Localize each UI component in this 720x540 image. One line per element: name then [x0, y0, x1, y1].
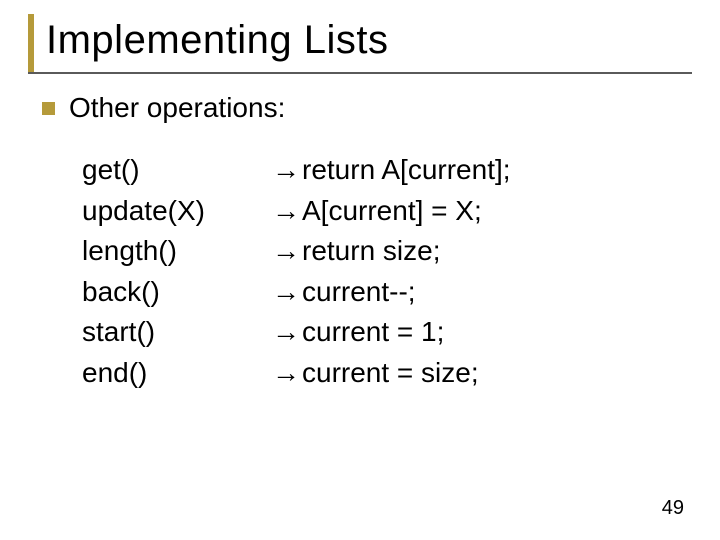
operation-name: back()	[82, 272, 272, 313]
operation-impl: current = 1;	[302, 312, 680, 353]
slide: Implementing Lists Other operations: get…	[0, 0, 720, 540]
bullet-square-icon	[42, 102, 55, 115]
operation-name: update(X)	[82, 191, 272, 232]
bullet-text: Other operations:	[69, 92, 285, 124]
operation-name: get()	[82, 150, 272, 191]
operation-row: end() → current = size;	[82, 353, 680, 394]
title-block: Implementing Lists	[28, 8, 692, 63]
arrow-icon: →	[272, 231, 302, 272]
accent-bar	[28, 14, 34, 74]
arrow-icon: →	[272, 353, 302, 394]
operation-row: length() → return size;	[82, 231, 680, 272]
operation-impl: current = size;	[302, 353, 680, 394]
title-rule	[28, 72, 692, 74]
arrow-icon: →	[272, 272, 302, 313]
operation-name: start()	[82, 312, 272, 353]
arrow-icon: →	[272, 191, 302, 232]
arrow-icon: →	[272, 312, 302, 353]
operation-row: get() → return A[current];	[82, 150, 680, 191]
operations-table: get() → return A[current]; update(X) → A…	[82, 150, 680, 394]
page-number: 49	[662, 497, 684, 520]
operation-impl: current--;	[302, 272, 680, 313]
operation-name: length()	[82, 231, 272, 272]
slide-body: Other operations: get() → return A[curre…	[42, 92, 680, 394]
arrow-icon: →	[272, 150, 302, 191]
operation-impl: return size;	[302, 231, 680, 272]
operation-name: end()	[82, 353, 272, 394]
operation-impl: A[current] = X;	[302, 191, 680, 232]
operation-impl: return A[current];	[302, 150, 680, 191]
bullet-row: Other operations:	[42, 92, 680, 124]
operation-row: update(X) → A[current] = X;	[82, 191, 680, 232]
operation-row: back() → current--;	[82, 272, 680, 313]
slide-title: Implementing Lists	[46, 8, 692, 63]
operation-row: start() → current = 1;	[82, 312, 680, 353]
